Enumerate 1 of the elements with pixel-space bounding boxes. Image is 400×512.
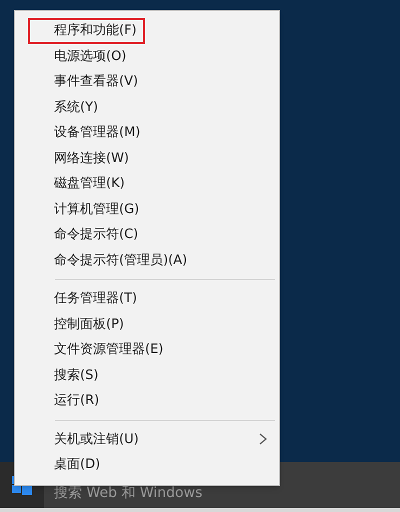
search-placeholder: 搜索 Web 和 Windows [54, 484, 202, 503]
